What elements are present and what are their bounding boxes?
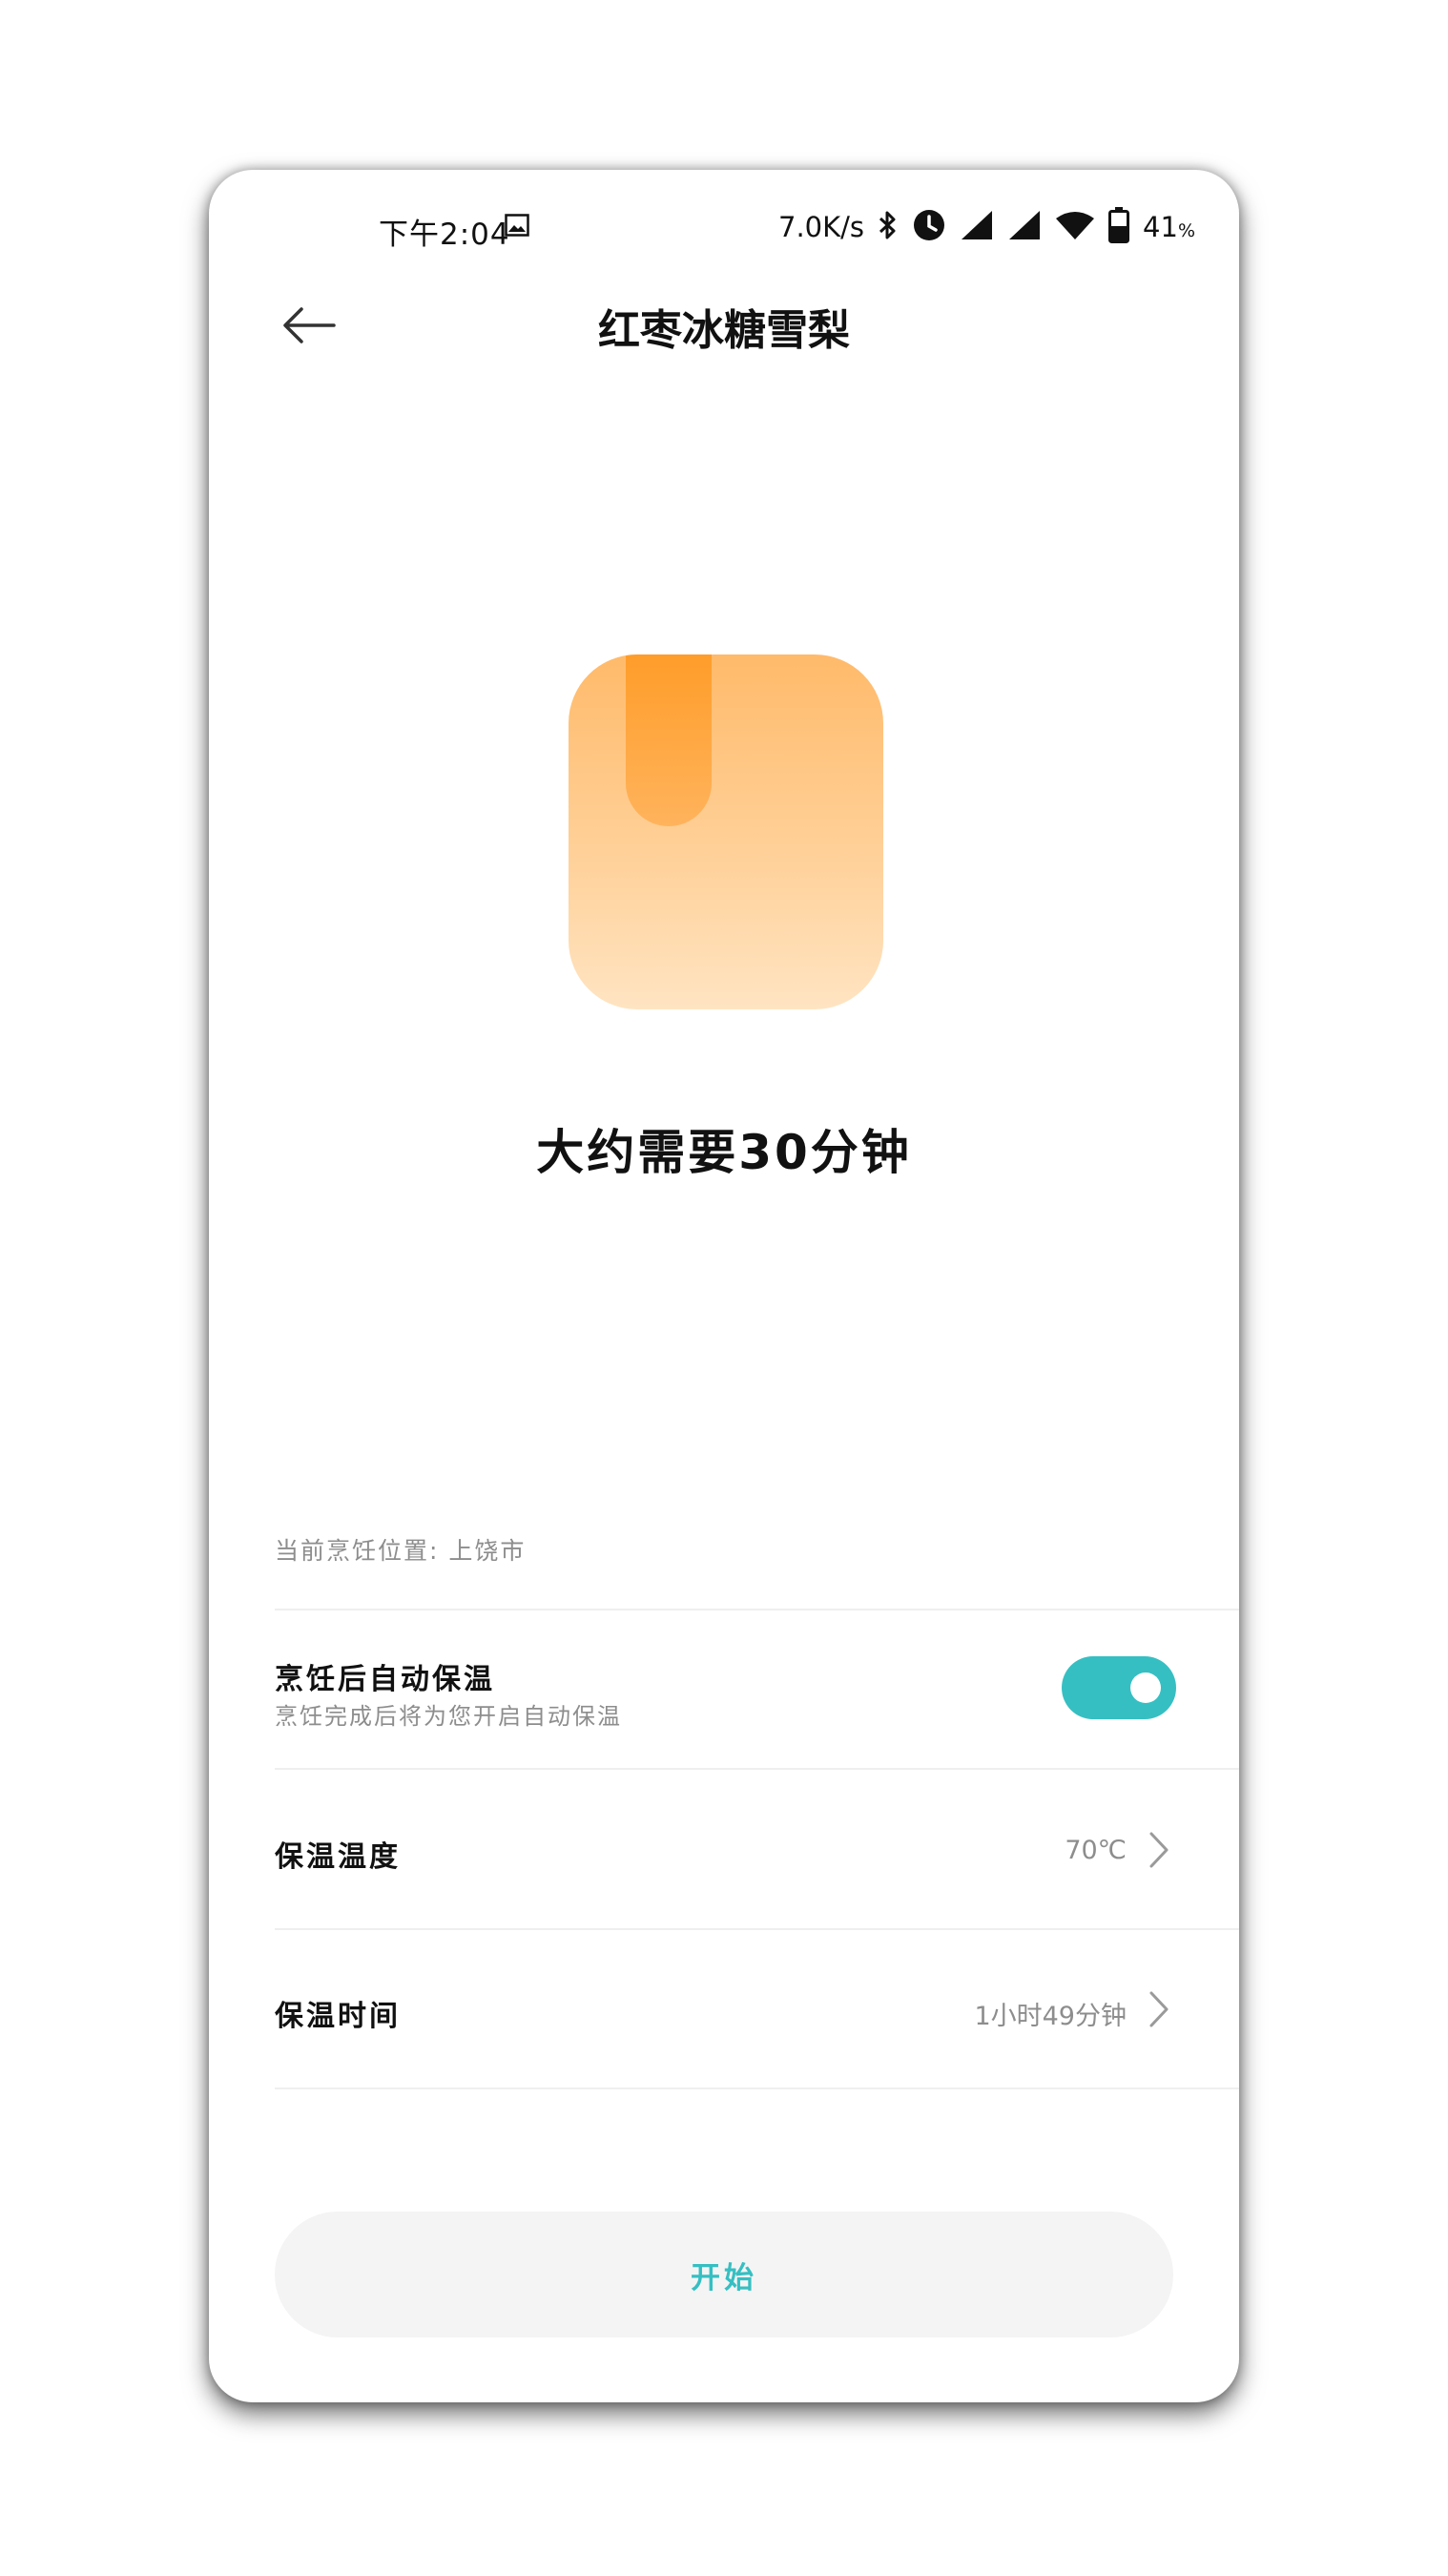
divider	[275, 1768, 1239, 1770]
keep-warm-title: 烹饪后自动保温	[275, 1663, 495, 1696]
alarm-icon	[912, 208, 946, 246]
divider	[275, 1609, 1239, 1610]
net-speed: 7.0K/s	[778, 211, 865, 243]
wifi-icon	[1055, 210, 1095, 244]
cooking-duration: 大约需要30分钟	[536, 1125, 912, 1180]
recipe-book-icon	[569, 654, 883, 1009]
temperature-value: 70℃	[1065, 1836, 1127, 1865]
keep-warm-time-title: 保温时间	[275, 2000, 401, 2033]
keep-warm-toggle[interactable]	[1062, 1656, 1176, 1719]
signal-icon	[1007, 209, 1042, 245]
temperature-title: 保温温度	[275, 1840, 401, 1874]
keep-warm-subtitle: 烹饪完成后将为您开启自动保温	[275, 1703, 622, 1730]
status-icons: 7.0K/s 41%	[778, 206, 1195, 248]
image-icon	[505, 214, 529, 237]
battery-unit: %	[1177, 220, 1195, 241]
battery-level: 41%	[1143, 211, 1195, 243]
signal-icon	[960, 209, 994, 245]
start-button-label: 开始	[691, 2260, 757, 2296]
bookmark-tab	[626, 654, 712, 826]
start-button[interactable]: 开始	[275, 2212, 1173, 2337]
page-title: 红枣冰糖雪梨	[598, 306, 850, 355]
chevron-right-icon	[1148, 1990, 1170, 2028]
divider	[275, 2088, 1239, 2089]
cooking-location: 当前烹饪位置: 上饶市	[275, 1537, 527, 1565]
toggle-knob	[1130, 1672, 1161, 1703]
chevron-right-icon	[1148, 1831, 1170, 1869]
battery-level-value: 41	[1143, 211, 1178, 243]
divider	[275, 1928, 1239, 1930]
keep-warm-time-value: 1小时49分钟	[974, 2002, 1127, 2031]
status-time: 下午2:04	[379, 218, 510, 252]
status-bar: 下午2:04 7.0K/s 41%	[209, 170, 1239, 256]
phone-screen: 下午2:04 7.0K/s 41% 红枣冰糖雪梨 大约需要30分钟 当前烹饪位置…	[209, 170, 1239, 2402]
battery-icon	[1108, 207, 1130, 247]
bluetooth-icon	[878, 210, 899, 244]
